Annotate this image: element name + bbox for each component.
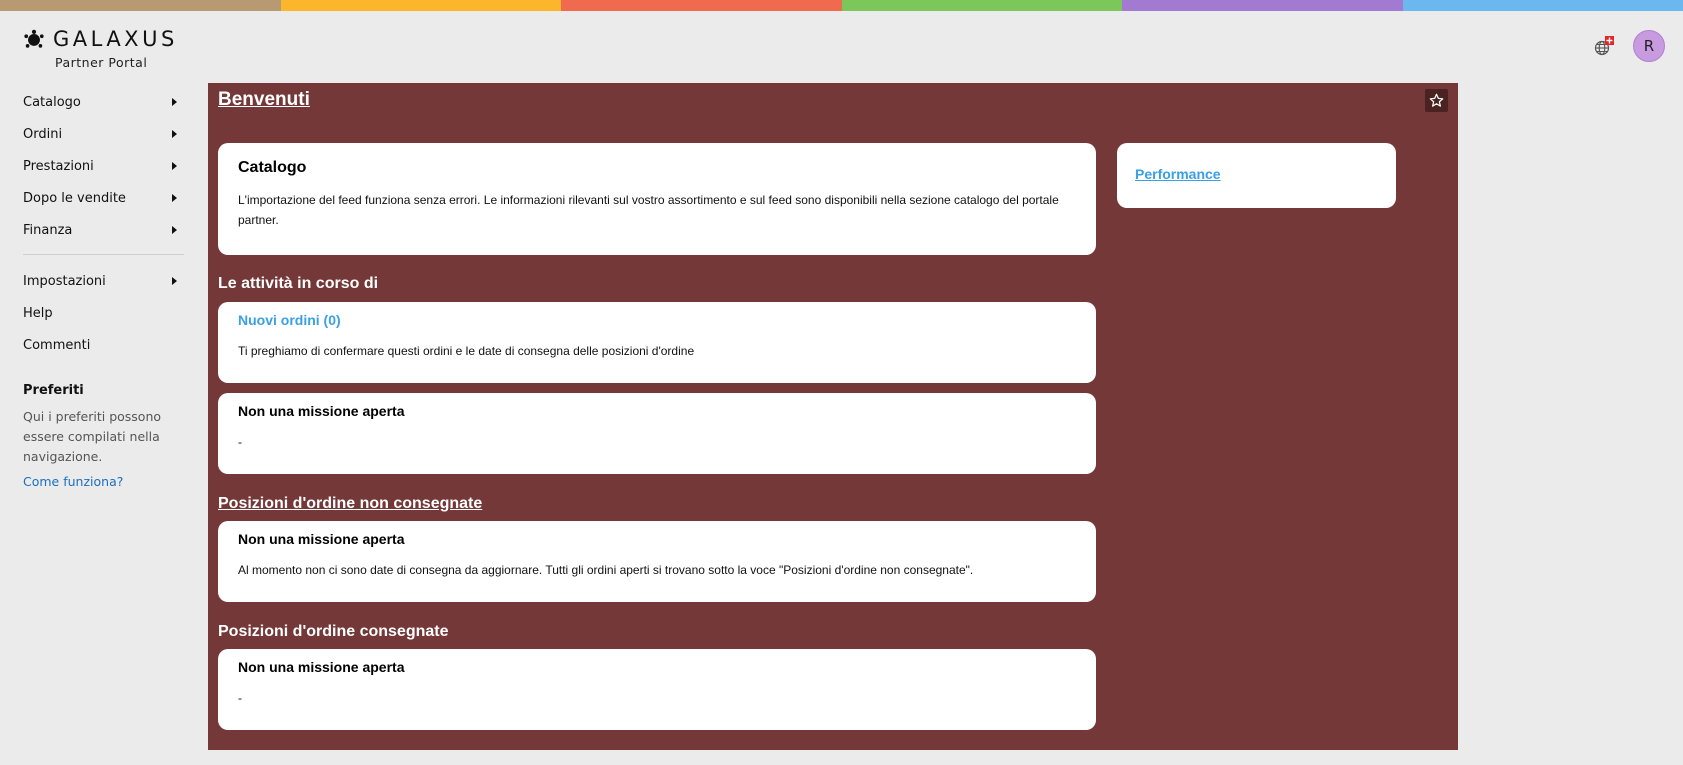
- sidebar-divider: [23, 254, 184, 255]
- brand-color-stripe: [0, 0, 1683, 11]
- sidebar-item-impostazioni[interactable]: Impostazioni: [23, 265, 184, 297]
- sidebar-item-label: Finanza: [23, 222, 73, 238]
- sidebar-item-label: Ordini: [23, 126, 63, 142]
- sidebar-item-finanza[interactable]: Finanza: [23, 214, 184, 246]
- caret-right-icon: [172, 162, 177, 170]
- delivered-card-text: -: [238, 691, 242, 705]
- new-orders-link[interactable]: Nuovi ordini (0): [238, 312, 1076, 328]
- caret-right-icon: [172, 226, 177, 234]
- language-switcher[interactable]: [1593, 35, 1615, 57]
- performance-card: Performance: [1117, 143, 1396, 208]
- open-mission-title: Non una missione aperta: [238, 403, 405, 419]
- dashboard-panel: Benvenuti Catalogo L'importazione del fe…: [208, 83, 1458, 750]
- stripe-segment: [280, 0, 561, 11]
- sidebar-item-label: Commenti: [23, 337, 91, 353]
- user-avatar[interactable]: R: [1633, 30, 1665, 62]
- favorites-how-it-works-link[interactable]: Come funziona?: [23, 474, 184, 489]
- stripe-segment: [841, 0, 1122, 11]
- caret-right-icon: [172, 277, 177, 285]
- sidebar-item-help[interactable]: Help: [23, 297, 184, 329]
- brand-subtitle: Partner Portal: [55, 55, 148, 70]
- brand-name: GALAXUS: [53, 27, 178, 51]
- sidebar-item-ordini[interactable]: Ordini: [23, 118, 184, 150]
- sidebar-item-prestazioni[interactable]: Prestazioni: [23, 150, 184, 182]
- open-mission-text: -: [238, 435, 242, 449]
- open-mission-card: Non una missione aperta -: [218, 393, 1096, 474]
- activities-heading: Le attività in corso di: [218, 275, 379, 292]
- delivered-card: Non una missione aperta -: [218, 649, 1096, 730]
- sidebar-item-catalogo[interactable]: Catalogo: [23, 86, 184, 118]
- performance-link[interactable]: Performance: [1135, 166, 1221, 182]
- delivered-heading: Posizioni d'ordine consegnate: [218, 623, 449, 640]
- undelivered-card-text: Al momento non ci sono date di consegna …: [238, 563, 974, 577]
- sidebar-item-dopo-le-vendite[interactable]: Dopo le vendite: [23, 182, 184, 214]
- catalog-card: Catalogo L'importazione del feed funzion…: [218, 143, 1096, 255]
- brand-logo[interactable]: GALAXUS Partner Portal: [23, 27, 178, 70]
- stripe-segment: [1122, 0, 1403, 11]
- sidebar-item-label: Help: [23, 305, 53, 321]
- sidebar-item-label: Catalogo: [23, 94, 81, 110]
- new-orders-card: Nuovi ordini (0) Ti preghiamo di conferm…: [218, 302, 1096, 383]
- caret-right-icon: [172, 98, 177, 106]
- sidebar-item-commenti[interactable]: Commenti: [23, 329, 184, 361]
- catalog-card-title: Catalogo: [238, 159, 307, 176]
- favorites-description: Qui i preferiti possono essere compilati…: [23, 409, 162, 464]
- favorites-title: Preferiti: [23, 383, 84, 398]
- caret-right-icon: [172, 194, 177, 202]
- page-title[interactable]: Benvenuti: [218, 89, 310, 111]
- sidebar-item-label: Impostazioni: [23, 273, 106, 289]
- star-icon: [1429, 93, 1444, 107]
- new-orders-text: Ti preghiamo di confermare questi ordini…: [238, 344, 695, 358]
- undelivered-card: Non una missione aperta Al momento non c…: [218, 521, 1096, 602]
- sidebar-item-label: Dopo le vendite: [23, 190, 126, 206]
- undelivered-card-title: Non una missione aperta: [238, 531, 405, 547]
- sidebar: Catalogo Ordini Prestazioni Dopo le vend…: [23, 86, 184, 489]
- stripe-segment: [1402, 0, 1683, 11]
- stripe-segment: [561, 0, 842, 11]
- delivered-card-title: Non una missione aperta: [238, 659, 405, 675]
- galaxus-logo-icon: [24, 29, 44, 48]
- catalog-card-text: L'importazione del feed funziona senza e…: [238, 193, 1059, 227]
- stripe-segment: [0, 0, 281, 11]
- favorite-star-button[interactable]: [1425, 89, 1448, 112]
- caret-right-icon: [172, 130, 177, 138]
- globe-icon: [1594, 36, 1614, 56]
- undelivered-positions-link[interactable]: Posizioni d'ordine non consegnate: [218, 495, 482, 513]
- sidebar-item-label: Prestazioni: [23, 158, 94, 174]
